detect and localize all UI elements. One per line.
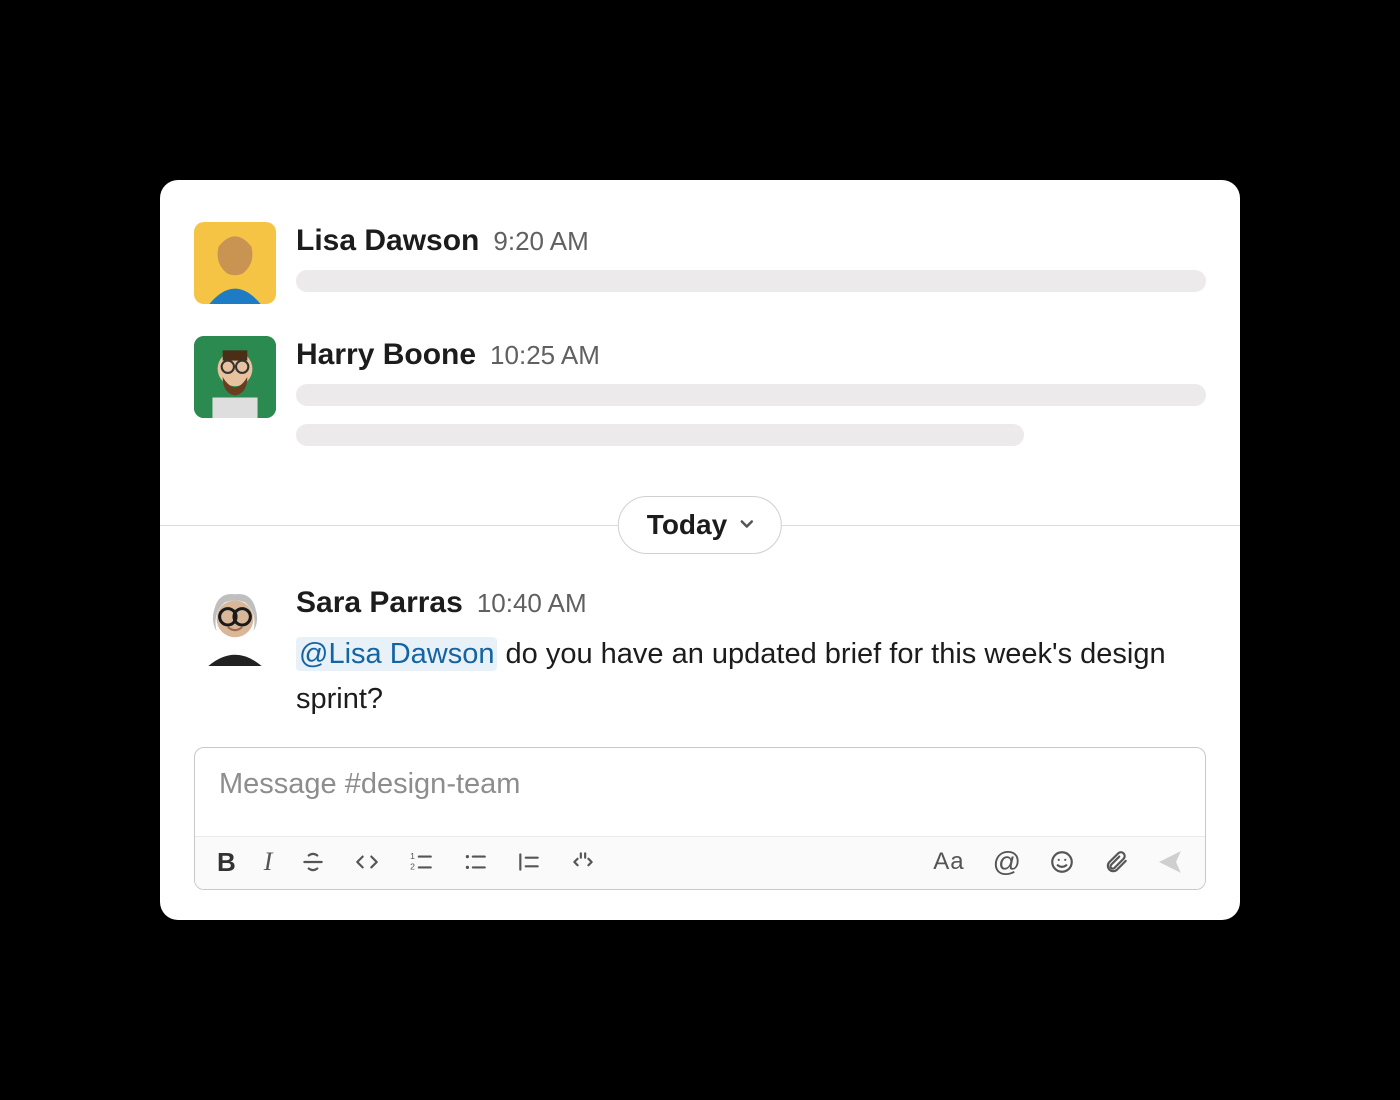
emoji-button[interactable] xyxy=(1049,847,1075,877)
message-body: Lisa Dawson 9:20 AM xyxy=(296,222,1206,310)
message-row: Lisa Dawson 9:20 AM xyxy=(194,222,1206,310)
italic-button[interactable]: I xyxy=(264,847,273,877)
mention[interactable]: @Lisa Dawson xyxy=(296,637,497,671)
date-label: Today xyxy=(647,509,727,541)
code-block-button[interactable] xyxy=(570,847,596,877)
chat-card: Lisa Dawson 9:20 AM Harry Boone 10:25 AM… xyxy=(160,180,1240,921)
chevron-down-icon xyxy=(737,509,757,541)
author-name[interactable]: Harry Boone xyxy=(296,338,476,372)
send-button[interactable] xyxy=(1157,847,1183,877)
date-divider: Today xyxy=(194,490,1206,560)
message-body: Sara Parras 10:40 AM @Lisa Dawson do you… xyxy=(296,584,1206,722)
date-pill[interactable]: Today xyxy=(618,496,782,554)
attach-button[interactable] xyxy=(1103,847,1129,877)
message-placeholder xyxy=(296,270,1206,292)
message-time: 10:40 AM xyxy=(477,588,587,619)
message-row: Sara Parras 10:40 AM @Lisa Dawson do you… xyxy=(194,584,1206,722)
message-placeholder xyxy=(296,384,1206,406)
text-style-button[interactable]: Aa xyxy=(933,847,964,877)
composer-toolbar: B I 12 xyxy=(195,836,1205,889)
code-button[interactable] xyxy=(354,847,380,877)
svg-text:1: 1 xyxy=(411,851,416,861)
strikethrough-button[interactable] xyxy=(300,847,326,877)
avatar[interactable] xyxy=(194,222,276,304)
toolbar-right-group: Aa @ xyxy=(933,847,1183,877)
bullet-list-button[interactable] xyxy=(462,847,488,877)
message-time: 10:25 AM xyxy=(490,340,600,371)
ordered-list-button[interactable]: 12 xyxy=(408,847,434,877)
mention-button[interactable]: @ xyxy=(993,847,1021,877)
toolbar-left-group: B I 12 xyxy=(217,847,596,877)
message-time: 9:20 AM xyxy=(493,226,588,257)
author-name[interactable]: Sara Parras xyxy=(296,586,463,620)
message-row: Harry Boone 10:25 AM xyxy=(194,336,1206,464)
quote-button[interactable] xyxy=(516,847,542,877)
message-body: Harry Boone 10:25 AM xyxy=(296,336,1206,464)
composer-placeholder: Message #design-team xyxy=(219,768,520,800)
bold-button[interactable]: B xyxy=(217,847,236,877)
author-name[interactable]: Lisa Dawson xyxy=(296,224,479,258)
message-composer: Message #design-team B I 12 xyxy=(194,747,1206,890)
svg-text:2: 2 xyxy=(411,862,416,872)
message-text: @Lisa Dawson do you have an updated brie… xyxy=(296,632,1206,722)
message-placeholder xyxy=(296,424,1024,446)
avatar[interactable] xyxy=(194,584,276,666)
message-input[interactable]: Message #design-team xyxy=(195,748,1205,836)
avatar[interactable] xyxy=(194,336,276,418)
